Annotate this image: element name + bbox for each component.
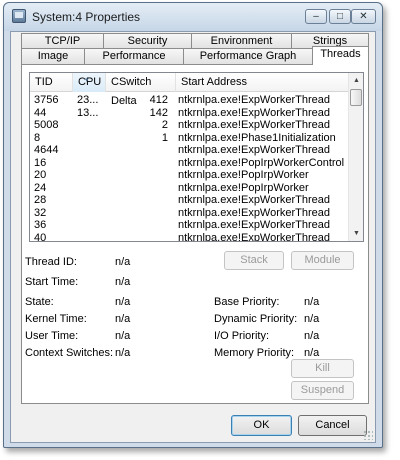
- thread-tid-cell: 40: [34, 231, 47, 242]
- thread-tid-cell: 5008: [34, 119, 59, 131]
- thread-row[interactable]: 5008 2 ntkrnlpa.exe!ExpWorkerThread: [30, 119, 348, 132]
- stack-button[interactable]: Stack: [224, 251, 284, 270]
- kernel-time-label: Kernel Time:: [25, 313, 87, 325]
- tab-performance-graph[interactable]: Performance Graph: [183, 48, 313, 65]
- thread-tid-cell: 16: [34, 156, 47, 169]
- thread-start-address-cell: ntkrnlpa.exe!PopIrpWorker: [178, 169, 309, 181]
- thread-id-value: n/a: [115, 256, 131, 268]
- threads-list-header: TID ▾ CPU CSwitch Delta Start Address: [30, 73, 350, 107]
- module-button[interactable]: Module: [291, 251, 354, 270]
- sort-descending-icon: ▾: [85, 77, 89, 84]
- dialog-client-area: TCP/IP Security Environment Strings Imag…: [10, 31, 376, 443]
- thread-tid-cell: 3756: [34, 94, 59, 106]
- thread-cswitch-delta-cell: 412: [149, 94, 168, 106]
- column-header-cswitch-delta[interactable]: CSwitch Delta: [106, 73, 176, 107]
- thread-tid-cell: 36: [34, 219, 47, 231]
- thread-tid-cell: 4644: [34, 144, 59, 156]
- thread-start-address-cell: ntkrnlpa.exe!ExpWorkerThread: [178, 231, 331, 242]
- thread-row[interactable]: 32 ntkrnlpa.exe!ExpWorkerThread: [30, 207, 348, 220]
- thread-row[interactable]: 44 13... 142 ntkrnlpa.exe!ExpWorkerThread: [30, 107, 348, 120]
- io-priority-label: I/O Priority:: [214, 330, 270, 342]
- cancel-button[interactable]: Cancel: [298, 415, 367, 436]
- threads-list-scrollbar[interactable]: ▲ ▼: [348, 73, 363, 241]
- thread-cswitch-delta-cell: 1: [161, 131, 168, 144]
- thread-row[interactable]: 20 ntkrnlpa.exe!PopIrpWorker: [30, 169, 348, 182]
- thread-row[interactable]: 24 ntkrnlpa.exe!PopIrpWorker: [30, 182, 348, 195]
- minimize-button[interactable]: –: [305, 9, 327, 24]
- scroll-up-arrow-icon[interactable]: ▲: [349, 73, 363, 88]
- io-priority-value: n/a: [304, 330, 320, 342]
- thread-row[interactable]: 3756 23... 412 ntkrnlpa.exe!ExpWorkerThread: [30, 94, 348, 107]
- base-priority-value: n/a: [304, 296, 320, 308]
- thread-tid-cell: 8: [34, 131, 41, 144]
- scroll-down-arrow-icon[interactable]: ▼: [349, 226, 363, 241]
- state-label: State:: [25, 296, 54, 308]
- tab-security[interactable]: Security: [103, 33, 192, 49]
- memory-priority-label: Memory Priority:: [214, 347, 295, 359]
- column-header-cpu-label: CPU: [78, 76, 102, 88]
- dynamic-priority-value: n/a: [304, 313, 320, 325]
- tab-tcpip[interactable]: TCP/IP: [21, 33, 104, 49]
- thread-tid-cell: 20: [34, 169, 47, 181]
- start-time-label: Start Time:: [25, 276, 79, 288]
- window-app-icon: [12, 9, 26, 23]
- title-bar[interactable]: System:4 Properties – □ ✕: [4, 3, 382, 31]
- thread-row[interactable]: 8 1 ntkrnlpa.exe!Phase1Initialization: [30, 132, 348, 145]
- thread-start-address-cell: ntkrnlpa.exe!PopIrpWorkerControl: [178, 156, 345, 169]
- properties-window: System:4 Properties – □ ✕ TCP/IP Securit…: [3, 2, 383, 448]
- close-button[interactable]: ✕: [351, 9, 376, 24]
- thread-row[interactable]: 36 ntkrnlpa.exe!ExpWorkerThread: [30, 219, 348, 232]
- memory-priority-value: n/a: [304, 347, 320, 359]
- tab-performance[interactable]: Performance: [84, 48, 184, 65]
- user-time-label: User Time:: [25, 330, 79, 342]
- thread-start-address-cell: ntkrnlpa.exe!ExpWorkerThread: [178, 206, 331, 219]
- thread-row[interactable]: 28 ntkrnlpa.exe!ExpWorkerThread: [30, 194, 348, 207]
- thread-cpu-cell: 13...: [77, 106, 99, 119]
- thread-start-address-cell: ntkrnlpa.exe!ExpWorkerThread: [178, 144, 331, 156]
- resize-grip-icon[interactable]: [363, 430, 373, 440]
- thread-start-address-cell: ntkrnlpa.exe!ExpWorkerThread: [178, 119, 331, 131]
- tab-environment[interactable]: Environment: [191, 33, 292, 49]
- thread-id-label: Thread ID:: [25, 256, 77, 268]
- suspend-button[interactable]: Suspend: [291, 381, 354, 400]
- thread-tid-cell: 44: [34, 106, 47, 119]
- threads-panel: TID ▾ CPU CSwitch Delta Start Address 37…: [21, 64, 369, 404]
- thread-cswitch-delta-cell: 142: [149, 106, 168, 119]
- start-time-value: n/a: [115, 276, 131, 288]
- thread-cpu-cell: 23...: [77, 94, 99, 106]
- thread-start-address-cell: ntkrnlpa.exe!ExpWorkerThread: [178, 194, 331, 206]
- kernel-time-value: n/a: [115, 313, 131, 325]
- column-header-tid[interactable]: TID: [30, 73, 73, 92]
- thread-start-address-cell: ntkrnlpa.exe!Phase1Initialization: [178, 131, 336, 144]
- thread-rows: 3756 23... 412 ntkrnlpa.exe!ExpWorkerThread…: [30, 94, 348, 242]
- dynamic-priority-label: Dynamic Priority:: [214, 313, 298, 325]
- user-time-value: n/a: [115, 330, 131, 342]
- kill-button[interactable]: Kill: [291, 359, 354, 378]
- thread-row[interactable]: 4644 ntkrnlpa.exe!ExpWorkerThread: [30, 144, 348, 157]
- scroll-thumb[interactable]: [350, 89, 362, 106]
- thread-start-address-cell: ntkrnlpa.exe!ExpWorkerThread: [178, 106, 331, 119]
- thread-tid-cell: 32: [34, 206, 47, 219]
- state-value: n/a: [115, 296, 131, 308]
- tab-threads[interactable]: Threads: [312, 46, 369, 65]
- maximize-button[interactable]: □: [329, 9, 351, 24]
- context-switches-label: Context Switches:: [25, 347, 114, 359]
- context-switches-value: n/a: [115, 347, 131, 359]
- thread-tid-cell: 24: [34, 181, 47, 194]
- thread-start-address-cell: ntkrnlpa.exe!ExpWorkerThread: [178, 219, 331, 231]
- thread-tid-cell: 28: [34, 194, 47, 206]
- thread-row[interactable]: 16 ntkrnlpa.exe!PopIrpWorkerControl: [30, 157, 348, 170]
- tab-image[interactable]: Image: [21, 48, 85, 65]
- base-priority-label: Base Priority:: [214, 296, 280, 308]
- thread-start-address-cell: ntkrnlpa.exe!ExpWorkerThread: [178, 94, 331, 106]
- column-header-cpu[interactable]: ▾ CPU: [73, 73, 106, 92]
- column-header-start-address[interactable]: Start Address: [176, 73, 350, 92]
- thread-row[interactable]: 40 ntkrnlpa.exe!ExpWorkerThread: [30, 231, 348, 242]
- ok-button[interactable]: OK: [231, 415, 292, 436]
- window-title: System:4 Properties: [32, 10, 141, 24]
- threads-list[interactable]: TID ▾ CPU CSwitch Delta Start Address 37…: [29, 72, 364, 242]
- thread-cswitch-delta-cell: 2: [161, 119, 168, 131]
- thread-start-address-cell: ntkrnlpa.exe!PopIrpWorker: [178, 181, 309, 194]
